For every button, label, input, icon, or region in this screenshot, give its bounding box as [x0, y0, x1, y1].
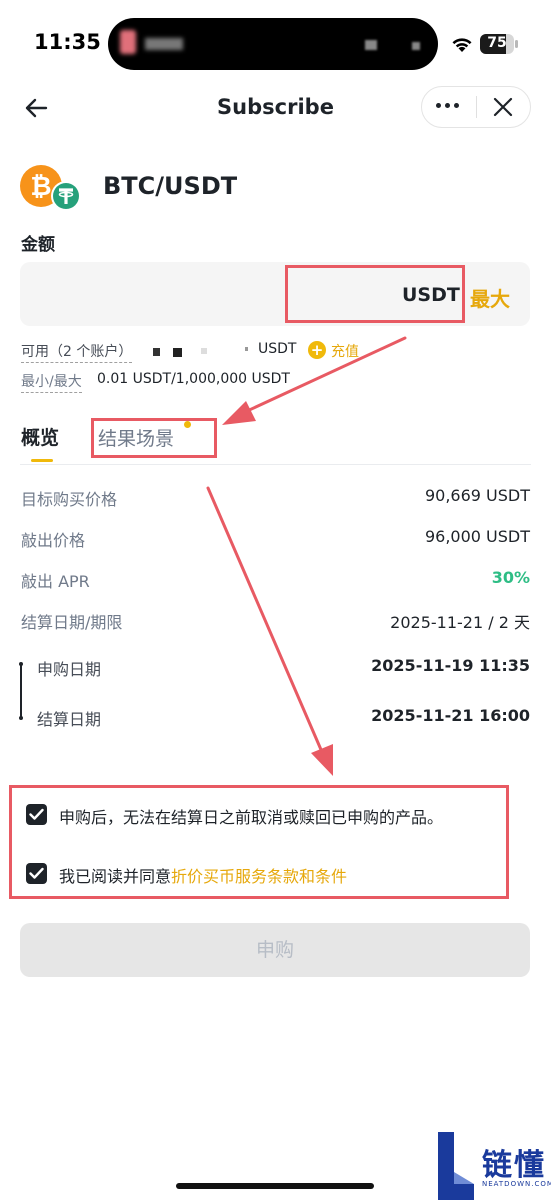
home-indicator — [176, 1183, 374, 1189]
annotation-box-checkboxes — [9, 785, 509, 899]
wifi-icon — [452, 38, 472, 52]
tether-icon — [51, 181, 81, 211]
close-icon[interactable] — [491, 95, 515, 119]
annotation-box-tab — [91, 418, 217, 458]
deposit-link[interactable]: 充值 — [331, 341, 359, 361]
minmax-label[interactable]: 最小/最大 — [21, 371, 82, 393]
capsule-divider — [476, 96, 477, 118]
settlement-date-label: 结算日期 — [37, 710, 102, 729]
minmax-value: 0.01 USDT/1,000,000 USDT — [97, 371, 290, 387]
blurred-notification-dot — [365, 40, 377, 50]
knockout-price-label: 敲出价格 — [21, 531, 86, 550]
subscribe-button[interactable]: 申购 — [20, 923, 530, 977]
max-button[interactable]: 最大 — [470, 283, 510, 312]
settlement-term-label: 结算日期/期限 — [21, 613, 123, 632]
blurred-notification-icon — [120, 30, 136, 54]
watermark-subtext: NEATDOWN.COM — [482, 1180, 551, 1188]
status-time: 11:35 — [34, 30, 101, 54]
knockout-price-value: 96,000 USDT — [424, 527, 530, 546]
battery-percent: 75 — [487, 35, 507, 51]
tab-overview[interactable]: 概览 — [21, 423, 59, 450]
blurred-notification-dot-2 — [412, 42, 420, 50]
battery-icon: 75 — [480, 34, 514, 54]
timeline-connector — [19, 662, 23, 720]
active-tab-indicator — [31, 459, 53, 462]
settlement-date-value: 2025-11-21 16:00 — [371, 706, 530, 725]
watermark-text: 链懂 — [482, 1148, 546, 1183]
redacted-balance — [153, 347, 248, 357]
svg-text:₿: ₿ — [30, 172, 51, 202]
available-label[interactable]: 可用（2 个账户） — [21, 341, 133, 363]
pair-name: BTC/USDT — [103, 172, 238, 200]
blurred-notification-text — [145, 38, 183, 50]
tab-divider — [20, 464, 531, 465]
amount-label: 金额 — [21, 235, 55, 255]
pair-icons: ₿ — [20, 165, 81, 211]
knockout-apr-label: 敲出 APR — [21, 572, 90, 591]
subscribe-date-value: 2025-11-19 11:35 — [371, 656, 530, 675]
target-price-label: 目标购买价格 — [21, 490, 118, 509]
battery-nub — [515, 40, 518, 48]
knockout-apr-value: 30% — [491, 568, 530, 587]
settlement-term-value: 2025-11-21 / 2 天 — [390, 613, 530, 632]
target-price-value: 90,669 USDT — [424, 486, 530, 505]
subscribe-date-label: 申购日期 — [37, 660, 102, 679]
annotation-box-unit — [285, 265, 465, 323]
available-unit: USDT — [258, 341, 297, 357]
plus-circle-icon[interactable]: + — [308, 341, 326, 359]
